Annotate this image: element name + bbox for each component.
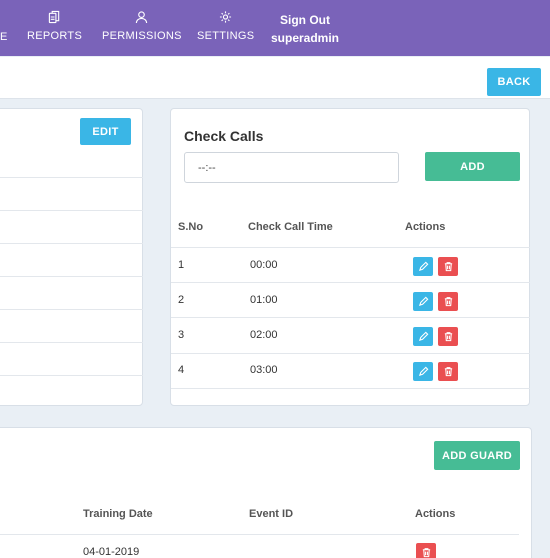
username-label: superadmin xyxy=(271,31,340,45)
user-menu[interactable]: Sign Out superadmin xyxy=(271,11,339,47)
delete-row-button[interactable] xyxy=(438,362,458,381)
row-divider xyxy=(0,243,143,244)
sub-header: BACK xyxy=(0,57,550,99)
pencil-icon xyxy=(418,296,428,307)
col-header-actions: Actions xyxy=(415,508,456,520)
row-divider xyxy=(0,177,143,178)
delete-row-button[interactable] xyxy=(438,257,458,276)
back-button[interactable]: BACK xyxy=(487,68,541,96)
col-header-actions: Actions xyxy=(405,221,446,233)
user-icon xyxy=(102,10,182,26)
nav-item-reports[interactable]: REPORTS xyxy=(27,10,82,42)
add-guard-button[interactable]: ADD GUARD xyxy=(434,441,520,470)
row-divider xyxy=(0,210,143,211)
row-training-date: 04-01-2019 xyxy=(83,546,140,558)
row-sno: 3 xyxy=(178,329,185,341)
col-header-event-id: Event ID xyxy=(249,508,294,520)
add-check-call-button[interactable]: ADD xyxy=(425,152,520,181)
col-header-check-call-time: Check Call Time xyxy=(248,221,333,233)
table-divider xyxy=(171,317,530,318)
nav-item-permissions-label: PERMISSIONS xyxy=(102,30,182,42)
edit-row-button[interactable] xyxy=(413,257,433,276)
row-sno: 1 xyxy=(178,259,185,271)
row-sno: 4 xyxy=(178,364,185,376)
guards-card: ADD GUARD Training Date Event ID Actions… xyxy=(0,427,532,558)
row-time: 01:00 xyxy=(250,294,278,306)
delete-guard-button[interactable] xyxy=(416,543,436,558)
trash-icon xyxy=(444,262,452,272)
row-time: 00:00 xyxy=(250,259,278,271)
delete-row-button[interactable] xyxy=(438,292,458,311)
edit-row-button[interactable] xyxy=(413,362,433,381)
signout-link[interactable]: Sign Out xyxy=(271,11,339,29)
edit-row-button[interactable] xyxy=(413,327,433,346)
row-divider xyxy=(0,309,143,310)
row-divider xyxy=(0,342,143,343)
edit-button[interactable]: EDIT xyxy=(80,118,131,145)
check-call-time-input[interactable] xyxy=(184,152,399,183)
trash-icon xyxy=(444,367,452,377)
trash-icon xyxy=(444,297,452,307)
nav-item-partial[interactable]: E xyxy=(0,31,7,43)
trash-icon xyxy=(444,332,452,342)
top-navbar: E REPORTS PERMISSIONS SETTINGS Sign Out … xyxy=(0,0,550,56)
table-divider xyxy=(171,247,530,248)
row-sno: 2 xyxy=(178,294,185,306)
trash-icon xyxy=(422,548,430,558)
gear-icon xyxy=(197,10,254,26)
col-header-sno: S.No xyxy=(178,221,204,233)
table-divider xyxy=(171,388,530,389)
delete-row-button[interactable] xyxy=(438,327,458,346)
table-divider xyxy=(171,282,530,283)
table-divider xyxy=(171,353,530,354)
nav-item-settings[interactable]: SETTINGS xyxy=(197,10,254,42)
check-calls-card: Check Calls ADD S.No Check Call Time Act… xyxy=(170,108,530,406)
check-calls-title: Check Calls xyxy=(184,128,264,144)
pencil-icon xyxy=(418,366,428,377)
nav-item-settings-label: SETTINGS xyxy=(197,30,255,42)
details-card: EDIT xyxy=(0,108,143,406)
pencil-icon xyxy=(418,261,428,272)
row-divider xyxy=(0,375,143,376)
col-header-training-date: Training Date xyxy=(83,508,153,520)
row-divider xyxy=(0,276,143,277)
table-divider xyxy=(0,534,519,535)
row-time: 03:00 xyxy=(250,364,278,376)
nav-item-permissions[interactable]: PERMISSIONS xyxy=(102,10,182,42)
edit-row-button[interactable] xyxy=(413,292,433,311)
pencil-icon xyxy=(418,331,428,342)
row-time: 02:00 xyxy=(250,329,278,341)
nav-item-reports-label: REPORTS xyxy=(27,30,83,42)
reports-icon xyxy=(27,10,82,26)
